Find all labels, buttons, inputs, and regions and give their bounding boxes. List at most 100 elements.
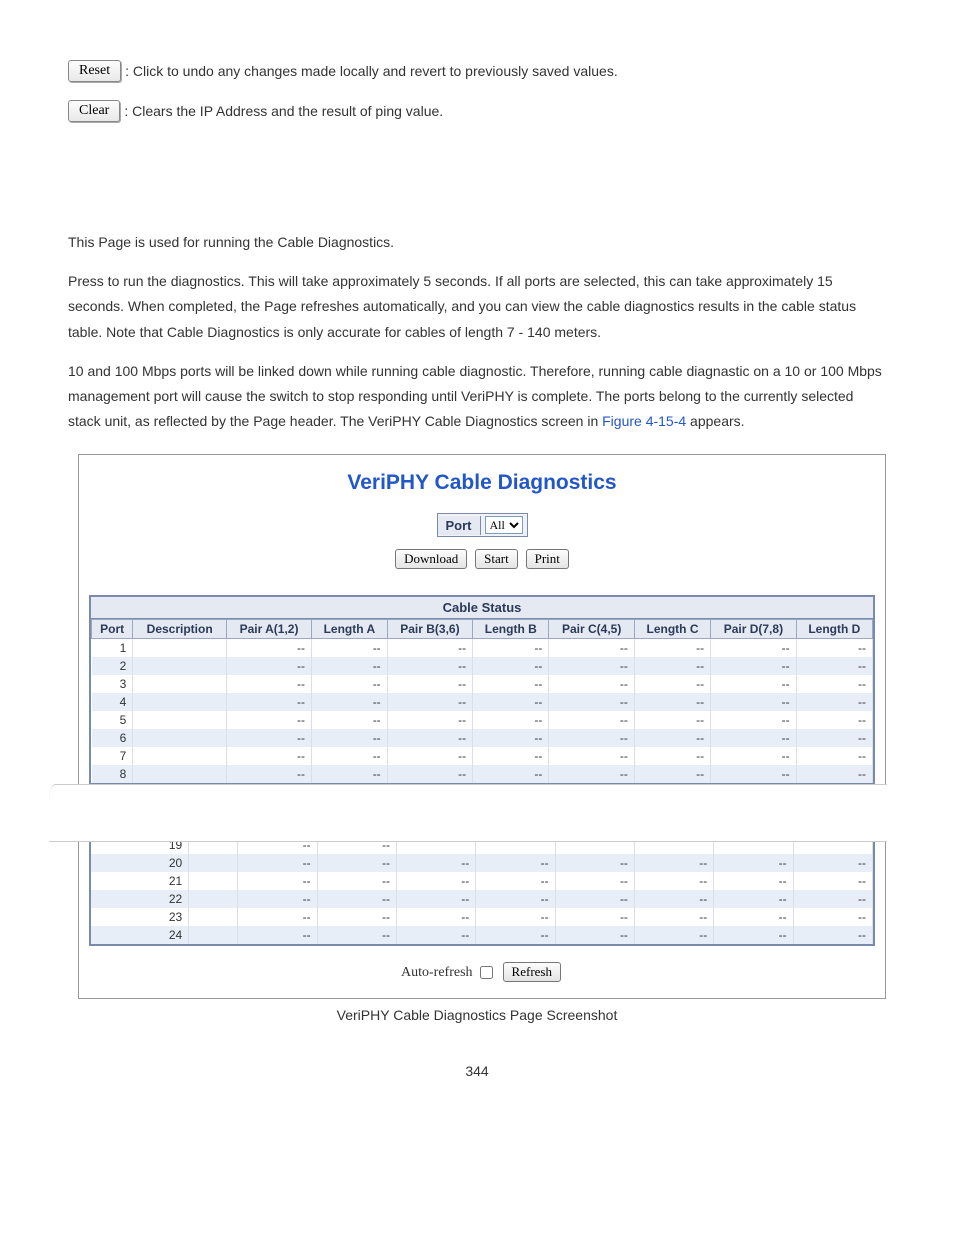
value-cell: -- <box>796 675 872 693</box>
value-cell: -- <box>711 747 796 765</box>
value-cell: -- <box>476 872 555 890</box>
table-row: 22---------------- <box>91 890 873 908</box>
start-button[interactable]: Start <box>475 549 518 569</box>
para2-text-b: appears. <box>686 413 744 429</box>
table-row: 20---------------- <box>91 854 873 872</box>
value-cell: -- <box>634 890 713 908</box>
port-select[interactable]: All <box>485 516 523 534</box>
value-cell: -- <box>796 747 872 765</box>
port-box: Port All <box>437 513 528 537</box>
table-row: 1---------------- <box>92 639 873 658</box>
description-cell <box>133 729 227 747</box>
value-cell: -- <box>311 747 387 765</box>
value-cell: -- <box>317 872 396 890</box>
value-cell: -- <box>793 908 872 926</box>
table-header-cell: Length B <box>473 620 549 639</box>
table-header-cell: Description <box>133 620 227 639</box>
value-cell: -- <box>387 729 472 747</box>
port-cell: 2 <box>92 657 133 675</box>
value-cell: -- <box>387 657 472 675</box>
table-header-cell: Pair A(1,2) <box>227 620 312 639</box>
value-cell: -- <box>711 657 796 675</box>
value-cell: -- <box>473 747 549 765</box>
instructions-paragraph-1: Press to run the diagnostics. This will … <box>68 269 886 345</box>
value-cell: -- <box>227 639 312 658</box>
port-cell: 23 <box>91 908 189 926</box>
value-cell: -- <box>476 908 555 926</box>
screenshot-frame: VeriPHY Cable Diagnostics Port All Downl… <box>78 454 886 999</box>
value-cell: -- <box>793 890 872 908</box>
auto-refresh-checkbox[interactable] <box>480 966 493 979</box>
value-cell: -- <box>227 675 312 693</box>
value-cell: -- <box>311 675 387 693</box>
value-cell: -- <box>227 765 312 783</box>
description-cell <box>189 908 238 926</box>
value-cell: -- <box>317 890 396 908</box>
cable-status-table: PortDescriptionPair A(1,2)Length APair B… <box>91 619 873 783</box>
value-cell: -- <box>227 711 312 729</box>
value-cell: -- <box>711 729 796 747</box>
print-button[interactable]: Print <box>526 549 569 569</box>
port-cell: 6 <box>92 729 133 747</box>
value-cell: -- <box>387 639 472 658</box>
table-body-top: 1----------------2----------------3-----… <box>92 639 873 784</box>
value-cell: -- <box>555 890 634 908</box>
description-cell <box>133 639 227 658</box>
value-cell: -- <box>387 747 472 765</box>
port-cell: 1 <box>92 639 133 658</box>
value-cell: -- <box>387 693 472 711</box>
value-cell: -- <box>549 729 634 747</box>
value-cell: -- <box>238 908 317 926</box>
table-header-cell: Length D <box>796 620 872 639</box>
download-button[interactable]: Download <box>395 549 467 569</box>
value-cell: -- <box>311 711 387 729</box>
value-cell: -- <box>238 872 317 890</box>
figure-link[interactable]: Figure 4-15-4 <box>602 413 686 429</box>
refresh-row: Auto-refresh Refresh <box>89 962 875 982</box>
value-cell: -- <box>634 657 710 675</box>
table-row: 7---------------- <box>92 747 873 765</box>
value-cell: -- <box>476 890 555 908</box>
value-cell: -- <box>476 926 555 944</box>
value-cell: -- <box>473 693 549 711</box>
value-cell: -- <box>796 729 872 747</box>
description-cell <box>133 747 227 765</box>
value-cell: -- <box>634 675 710 693</box>
table-row: 5---------------- <box>92 711 873 729</box>
value-cell: -- <box>311 657 387 675</box>
port-cell: 4 <box>92 693 133 711</box>
value-cell: -- <box>796 711 872 729</box>
table-header-cell: Length C <box>634 620 710 639</box>
value-cell: -- <box>396 926 475 944</box>
instructions-paragraph-2: 10 and 100 Mbps ports will be linked dow… <box>68 359 886 435</box>
value-cell: -- <box>387 711 472 729</box>
value-cell: -- <box>549 639 634 658</box>
value-cell: -- <box>549 765 634 783</box>
value-cell: -- <box>549 675 634 693</box>
table-row: 3---------------- <box>92 675 873 693</box>
clear-button[interactable]: Clear <box>68 100 120 122</box>
value-cell: -- <box>714 926 793 944</box>
value-cell: -- <box>549 693 634 711</box>
value-cell: -- <box>634 854 713 872</box>
table-row: 21---------------- <box>91 872 873 890</box>
value-cell: -- <box>796 639 872 658</box>
value-cell: -- <box>634 872 713 890</box>
port-cell: 3 <box>92 675 133 693</box>
value-cell: -- <box>311 729 387 747</box>
value-cell: -- <box>714 908 793 926</box>
value-cell: -- <box>555 854 634 872</box>
description-cell <box>189 872 238 890</box>
reset-button[interactable]: Reset <box>68 60 121 82</box>
refresh-button[interactable]: Refresh <box>503 962 561 982</box>
table-header-cell: Port <box>92 620 133 639</box>
value-cell: -- <box>473 675 549 693</box>
description-cell <box>133 711 227 729</box>
value-cell: -- <box>711 675 796 693</box>
value-cell: -- <box>473 711 549 729</box>
value-cell: -- <box>238 926 317 944</box>
value-cell: -- <box>634 926 713 944</box>
value-cell: -- <box>714 890 793 908</box>
intro-paragraph: This Page is used for running the Cable … <box>68 230 886 255</box>
value-cell: -- <box>796 657 872 675</box>
